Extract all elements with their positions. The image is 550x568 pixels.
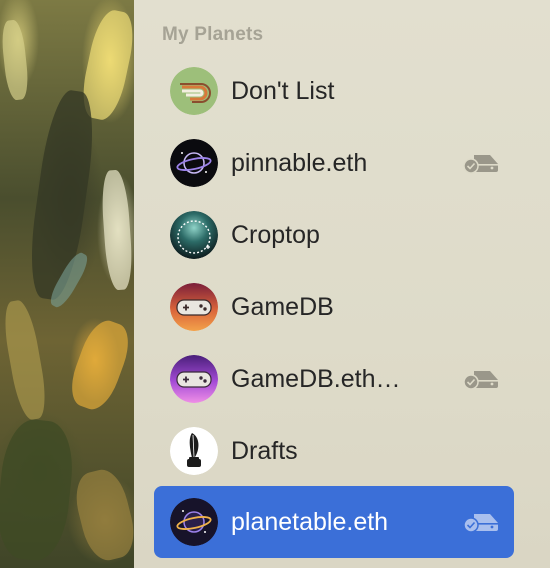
section-title-my-planets: My Planets bbox=[162, 24, 264, 45]
planet-item-drafts[interactable]: Drafts bbox=[154, 415, 514, 487]
planet-avatar-pinnable bbox=[170, 139, 218, 187]
planet-avatar-croptop bbox=[170, 211, 218, 259]
planet-item-planetable[interactable]: planetable.eth bbox=[154, 486, 514, 558]
planet-avatar-gamedb-eth bbox=[170, 355, 218, 403]
planet-label: Croptop bbox=[231, 221, 320, 249]
planet-avatar-planetable bbox=[170, 498, 218, 546]
planet-label: planetable.eth bbox=[231, 508, 389, 536]
planet-avatar-gamedb bbox=[170, 283, 218, 331]
planet-item-pinnable[interactable]: pinnable.eth bbox=[154, 127, 514, 199]
sidebar: My Planets Don't List pinnable.eth Cropt… bbox=[134, 0, 550, 568]
planet-label: GameDB.eth… bbox=[231, 365, 401, 393]
drive-synced-icon bbox=[463, 371, 498, 390]
drive-synced-icon bbox=[463, 514, 498, 533]
planet-avatar-drafts bbox=[170, 427, 218, 475]
planet-label: Don't List bbox=[231, 77, 335, 105]
planet-item-croptop[interactable]: Croptop bbox=[154, 199, 514, 271]
planet-label: Drafts bbox=[231, 437, 298, 465]
planet-avatar-dont-list bbox=[170, 67, 218, 115]
planet-label: pinnable.eth bbox=[231, 149, 368, 177]
planet-item-dont-list[interactable]: Don't List bbox=[154, 55, 514, 127]
planet-item-gamedb-eth[interactable]: GameDB.eth… bbox=[154, 343, 514, 415]
planet-item-gamedb[interactable]: GameDB bbox=[154, 271, 514, 343]
drive-synced-icon bbox=[463, 155, 498, 174]
app-window: My Planets Don't List pinnable.eth Cropt… bbox=[0, 0, 550, 568]
desktop-wallpaper bbox=[0, 0, 134, 568]
planet-label: GameDB bbox=[231, 293, 334, 321]
